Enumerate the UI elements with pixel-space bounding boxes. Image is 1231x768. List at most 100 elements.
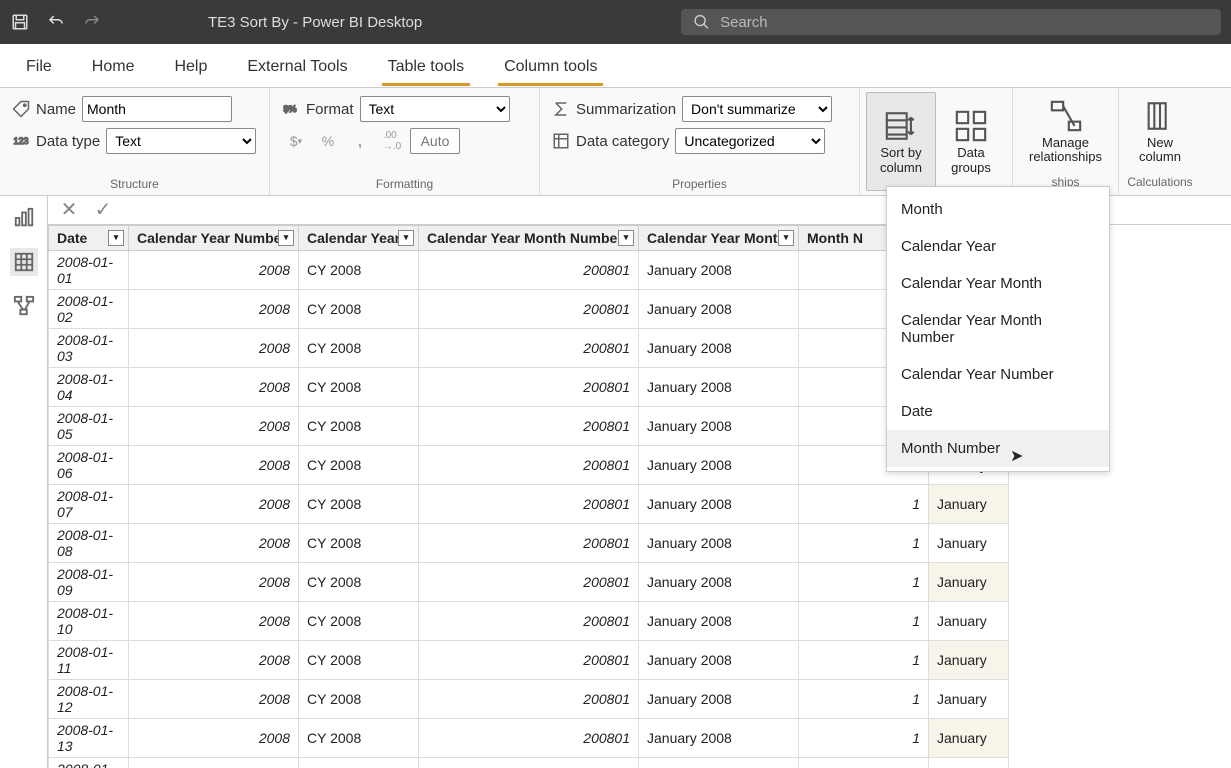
table-row[interactable]: 2008-01-122008CY 2008200801January 20081…: [49, 679, 1009, 718]
cell-cy[interactable]: CY 2008: [299, 484, 419, 523]
cell-date[interactable]: 2008-01-13: [49, 718, 129, 757]
cell-cym[interactable]: January 2008: [639, 367, 799, 406]
cell-mn[interactable]: 1: [799, 484, 929, 523]
cell-date[interactable]: 2008-01-09: [49, 562, 129, 601]
column-header[interactable]: Date▾: [49, 225, 129, 250]
cell-cyn[interactable]: 2008: [129, 484, 299, 523]
table-row[interactable]: 2008-01-022008CY 2008200801January 20081…: [49, 289, 1009, 328]
tab-table-tools[interactable]: Table tools: [382, 52, 471, 86]
cell-cyn[interactable]: 2008: [129, 757, 299, 768]
redo-icon[interactable]: [82, 12, 102, 32]
cell-date[interactable]: 2008-01-07: [49, 484, 129, 523]
dropdown-item[interactable]: Month: [887, 191, 1109, 228]
cell-date[interactable]: 2008-01-04: [49, 367, 129, 406]
cell-cy[interactable]: CY 2008: [299, 562, 419, 601]
filter-dropdown-icon[interactable]: ▾: [278, 230, 294, 246]
cell-date[interactable]: 2008-01-01: [49, 250, 129, 289]
cell-mn[interactable]: 1: [799, 562, 929, 601]
cell-cymn[interactable]: 200801: [419, 289, 639, 328]
cell-month[interactable]: January: [929, 679, 1009, 718]
table-row[interactable]: 2008-01-042008CY 2008200801January 20081…: [49, 367, 1009, 406]
table-row[interactable]: 2008-01-142008CY 2008200801January 20081…: [49, 757, 1009, 768]
cell-mn[interactable]: 1: [799, 757, 929, 768]
cell-date[interactable]: 2008-01-14: [49, 757, 129, 768]
tab-file[interactable]: File: [20, 52, 58, 86]
column-header[interactable]: Calendar Year Month▾: [639, 225, 799, 250]
dropdown-item[interactable]: Calendar Year Number: [887, 356, 1109, 393]
cell-cymn[interactable]: 200801: [419, 367, 639, 406]
format-select[interactable]: Text: [360, 96, 510, 122]
dropdown-item[interactable]: Calendar Year: [887, 228, 1109, 265]
currency-button[interactable]: $ ▾: [282, 128, 310, 154]
table-row[interactable]: 2008-01-072008CY 2008200801January 20081…: [49, 484, 1009, 523]
cell-mn[interactable]: 1: [799, 601, 929, 640]
filter-dropdown-icon[interactable]: ▾: [778, 230, 794, 246]
report-view-icon[interactable]: [10, 204, 38, 232]
cell-month[interactable]: January: [929, 718, 1009, 757]
cell-month[interactable]: January: [929, 640, 1009, 679]
cell-mn[interactable]: 1: [799, 640, 929, 679]
cell-mn[interactable]: 1: [799, 523, 929, 562]
cell-cymn[interactable]: 200801: [419, 562, 639, 601]
dropdown-item[interactable]: Date: [887, 393, 1109, 430]
filter-dropdown-icon[interactable]: ▾: [618, 230, 634, 246]
cell-date[interactable]: 2008-01-10: [49, 601, 129, 640]
cell-cyn[interactable]: 2008: [129, 679, 299, 718]
cell-cymn[interactable]: 200801: [419, 757, 639, 768]
cell-cy[interactable]: CY 2008: [299, 718, 419, 757]
decimals-input[interactable]: [410, 128, 460, 154]
cell-cyn[interactable]: 2008: [129, 601, 299, 640]
cell-cy[interactable]: CY 2008: [299, 640, 419, 679]
cell-cy[interactable]: CY 2008: [299, 367, 419, 406]
undo-icon[interactable]: [46, 12, 66, 32]
save-icon[interactable]: [10, 12, 30, 32]
filter-dropdown-icon[interactable]: ▾: [398, 230, 414, 246]
cell-cymn[interactable]: 200801: [419, 445, 639, 484]
cell-cym[interactable]: January 2008: [639, 757, 799, 768]
cell-cyn[interactable]: 2008: [129, 523, 299, 562]
table-row[interactable]: 2008-01-032008CY 2008200801January 20081…: [49, 328, 1009, 367]
cell-cymn[interactable]: 200801: [419, 601, 639, 640]
table-row[interactable]: 2008-01-102008CY 2008200801January 20081…: [49, 601, 1009, 640]
cell-cym[interactable]: January 2008: [639, 601, 799, 640]
table-row[interactable]: 2008-01-012008CY 2008200801January 20081…: [49, 250, 1009, 289]
cell-mn[interactable]: 1: [799, 718, 929, 757]
cell-cym[interactable]: January 2008: [639, 679, 799, 718]
column-header[interactable]: Calendar Year Number▾: [129, 225, 299, 250]
table-row[interactable]: 2008-01-082008CY 2008200801January 20081…: [49, 523, 1009, 562]
cell-cym[interactable]: January 2008: [639, 289, 799, 328]
cell-cymn[interactable]: 200801: [419, 328, 639, 367]
cell-month[interactable]: January: [929, 523, 1009, 562]
cell-cym[interactable]: January 2008: [639, 250, 799, 289]
model-view-icon[interactable]: [10, 292, 38, 320]
cell-month[interactable]: January: [929, 757, 1009, 768]
cell-cy[interactable]: CY 2008: [299, 523, 419, 562]
cell-date[interactable]: 2008-01-03: [49, 328, 129, 367]
cell-date[interactable]: 2008-01-06: [49, 445, 129, 484]
cell-cyn[interactable]: 2008: [129, 445, 299, 484]
sort-by-column-button[interactable]: Sort by column: [866, 92, 936, 191]
cell-cy[interactable]: CY 2008: [299, 328, 419, 367]
data-groups-button[interactable]: Data groups: [936, 92, 1006, 191]
cell-cym[interactable]: January 2008: [639, 562, 799, 601]
cell-cyn[interactable]: 2008: [129, 562, 299, 601]
cell-cyn[interactable]: 2008: [129, 289, 299, 328]
commit-formula-button[interactable]: ✓: [90, 197, 116, 223]
table-row[interactable]: 2008-01-092008CY 2008200801January 20081…: [49, 562, 1009, 601]
cell-date[interactable]: 2008-01-02: [49, 289, 129, 328]
percent-button[interactable]: %: [314, 128, 342, 154]
cell-cyn[interactable]: 2008: [129, 328, 299, 367]
cell-cymn[interactable]: 200801: [419, 406, 639, 445]
cell-cymn[interactable]: 200801: [419, 640, 639, 679]
filter-dropdown-icon[interactable]: ▾: [108, 230, 124, 246]
cell-cym[interactable]: January 2008: [639, 406, 799, 445]
cell-date[interactable]: 2008-01-11: [49, 640, 129, 679]
cell-cyn[interactable]: 2008: [129, 250, 299, 289]
cell-cymn[interactable]: 200801: [419, 679, 639, 718]
cell-mn[interactable]: 1: [799, 679, 929, 718]
table-row[interactable]: 2008-01-132008CY 2008200801January 20081…: [49, 718, 1009, 757]
manage-relationships-button[interactable]: Manage relationships: [1019, 92, 1112, 171]
cell-month[interactable]: January: [929, 484, 1009, 523]
cell-cym[interactable]: January 2008: [639, 328, 799, 367]
table-row[interactable]: 2008-01-052008CY 2008200801January 20081…: [49, 406, 1009, 445]
